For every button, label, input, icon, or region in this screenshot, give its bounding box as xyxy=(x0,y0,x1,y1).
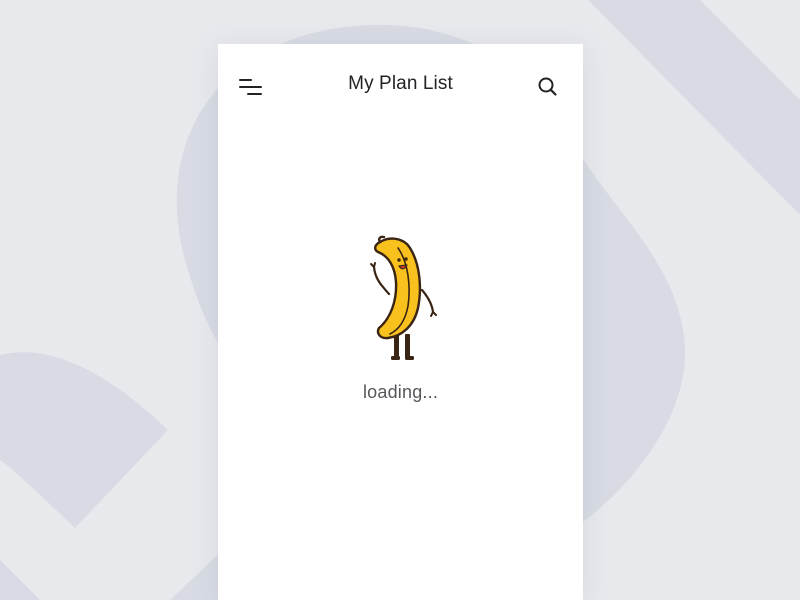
search-button[interactable] xyxy=(531,72,563,102)
banana-mascot-icon xyxy=(370,235,437,360)
search-icon xyxy=(538,77,557,96)
loading-indicator: loading... xyxy=(218,234,583,414)
menu-icon xyxy=(239,79,262,95)
menu-button[interactable] xyxy=(234,72,268,102)
phone-screen: My Plan List loading... xyxy=(218,44,583,600)
app-stage: My Plan List loading... xyxy=(0,0,800,600)
app-header: My Plan List xyxy=(218,44,583,126)
page-title: My Plan List xyxy=(348,73,453,94)
loading-text: loading... xyxy=(362,382,439,402)
banana-mascot xyxy=(356,234,446,364)
